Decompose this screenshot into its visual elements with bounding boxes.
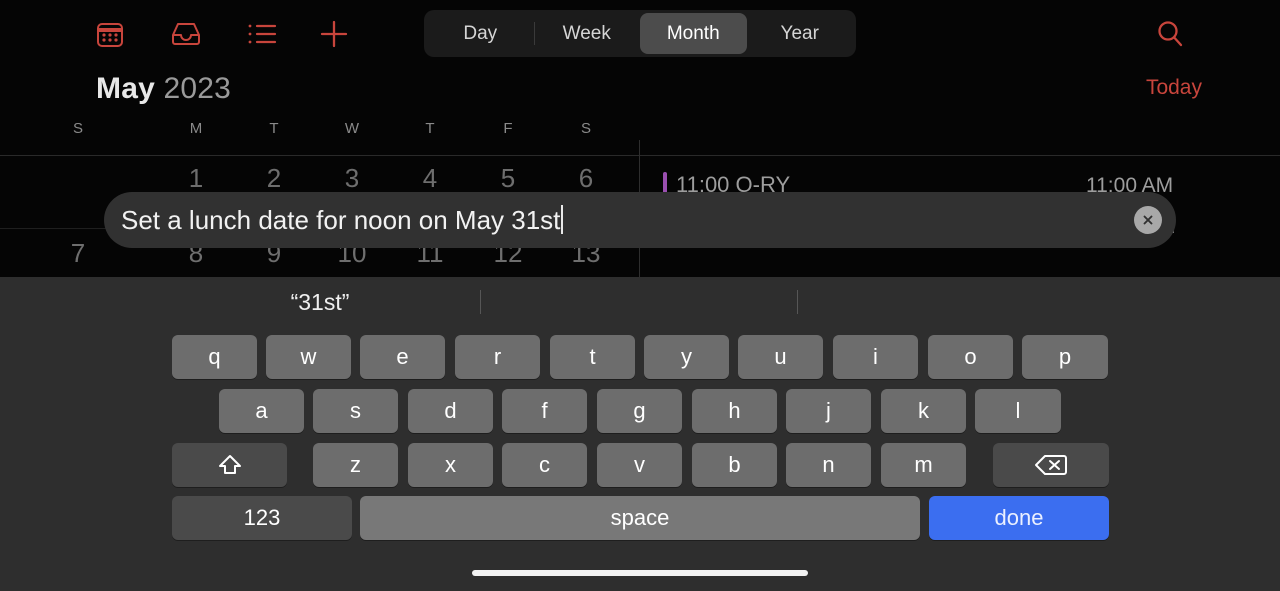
date-cell[interactable]: 5 xyxy=(478,163,538,194)
predictive-text-bar: “31st” xyxy=(0,277,1280,327)
key-n[interactable]: n xyxy=(786,443,871,487)
key-a[interactable]: a xyxy=(219,389,304,433)
key-g[interactable]: g xyxy=(597,389,682,433)
key-d[interactable]: d xyxy=(408,389,493,433)
home-indicator xyxy=(472,570,808,576)
backspace-key[interactable] xyxy=(993,443,1109,487)
key-e[interactable]: e xyxy=(360,335,445,379)
key-x[interactable]: x xyxy=(408,443,493,487)
dow-tue: T xyxy=(269,120,279,137)
dow-thu: T xyxy=(425,120,435,137)
key-i[interactable]: i xyxy=(833,335,918,379)
prediction-2[interactable] xyxy=(798,277,1118,327)
clear-text-button[interactable] xyxy=(1134,206,1162,234)
inbox-icon[interactable] xyxy=(164,12,208,56)
tab-month[interactable]: Month xyxy=(640,13,747,54)
tab-year[interactable]: Year xyxy=(747,13,854,54)
on-screen-keyboard: “31st” q w e r t y u i o p a s d f g h j… xyxy=(0,277,1280,591)
key-s[interactable]: s xyxy=(313,389,398,433)
key-r[interactable]: r xyxy=(455,335,540,379)
page-title: May 2023 xyxy=(96,72,231,106)
list-icon[interactable] xyxy=(240,12,284,56)
key-j[interactable]: j xyxy=(786,389,871,433)
today-button[interactable]: Today xyxy=(1146,76,1202,100)
space-key[interactable]: space xyxy=(360,496,920,540)
calendar-app-area: Day Week Month Year May 2023 Today S M T… xyxy=(0,0,1280,277)
key-t[interactable]: t xyxy=(550,335,635,379)
tab-day[interactable]: Day xyxy=(427,13,534,54)
key-b[interactable]: b xyxy=(692,443,777,487)
dow-fri: F xyxy=(503,120,513,137)
key-f[interactable]: f xyxy=(502,389,587,433)
screen: Day Week Month Year May 2023 Today S M T… xyxy=(0,0,1280,591)
year-label: 2023 xyxy=(163,72,232,105)
top-toolbar: Day Week Month Year xyxy=(0,0,1280,66)
date-cell[interactable]: 1 xyxy=(166,163,226,194)
add-icon[interactable] xyxy=(312,12,356,56)
month-label: May xyxy=(96,72,155,105)
key-y[interactable]: y xyxy=(644,335,729,379)
key-w[interactable]: w xyxy=(266,335,351,379)
date-cell[interactable]: 3 xyxy=(322,163,382,194)
date-cell[interactable]: 6 xyxy=(556,163,616,194)
dow-sat: S xyxy=(580,120,591,137)
dow-sun: S xyxy=(72,120,83,137)
date-cell[interactable]: 4 xyxy=(400,163,460,194)
prediction-1[interactable] xyxy=(481,277,797,327)
key-q[interactable]: q xyxy=(172,335,257,379)
input-text-value: Set a lunch date for noon on May 31st xyxy=(121,204,561,235)
view-mode-segmented-control[interactable]: Day Week Month Year xyxy=(424,10,856,57)
dow-mon: M xyxy=(189,120,203,137)
key-v[interactable]: v xyxy=(597,443,682,487)
key-l[interactable]: l xyxy=(975,389,1061,433)
dow-wed: W xyxy=(344,120,360,137)
search-icon[interactable] xyxy=(1148,12,1192,56)
key-z[interactable]: z xyxy=(313,443,398,487)
shift-key[interactable] xyxy=(172,443,287,487)
key-u[interactable]: u xyxy=(738,335,823,379)
grid-divider xyxy=(0,155,1280,156)
key-p[interactable]: p xyxy=(1022,335,1108,379)
calendar-icon[interactable] xyxy=(88,12,132,56)
done-key[interactable]: done xyxy=(929,496,1109,540)
text-caret xyxy=(561,204,564,234)
input-value: Set a lunch date for noon on May 31st xyxy=(121,204,564,236)
event-title-input[interactable]: Set a lunch date for noon on May 31st xyxy=(104,192,1176,248)
key-o[interactable]: o xyxy=(928,335,1013,379)
key-k[interactable]: k xyxy=(881,389,966,433)
date-cell[interactable]: 2 xyxy=(244,163,304,194)
tab-week[interactable]: Week xyxy=(533,13,641,54)
key-m[interactable]: m xyxy=(881,443,966,487)
day-of-week-header: S M T W T F S xyxy=(0,120,640,144)
key-h[interactable]: h xyxy=(692,389,777,433)
numbers-key[interactable]: 123 xyxy=(172,496,352,540)
date-cell[interactable]: 7 xyxy=(48,238,108,269)
event-color-bar xyxy=(663,172,667,194)
prediction-0[interactable]: “31st” xyxy=(160,277,480,327)
key-c[interactable]: c xyxy=(502,443,587,487)
